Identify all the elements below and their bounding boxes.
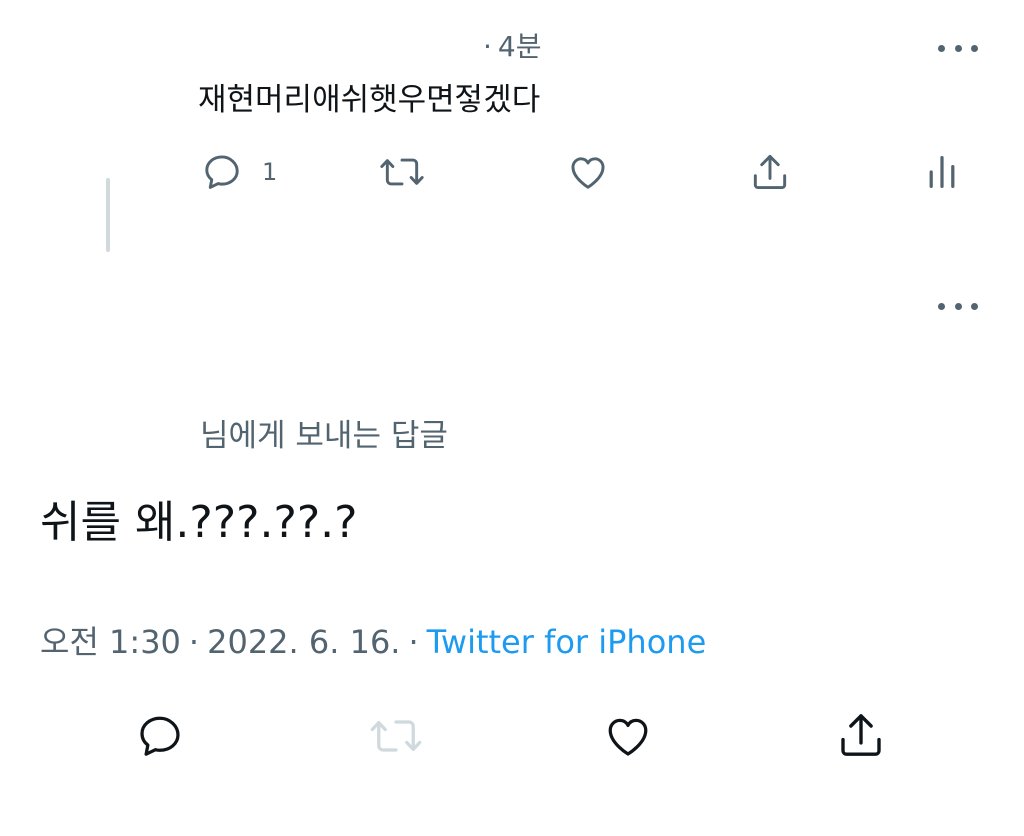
tweet-metadata: 오전 1:30 · 2022. 6. 16. · Twitter for iPhone xyxy=(40,622,706,662)
parent-retweet-button[interactable] xyxy=(378,150,426,194)
parent-analytics-button[interactable] xyxy=(924,150,960,194)
reply-icon xyxy=(140,716,180,756)
main-retweet-button-disabled[interactable] xyxy=(368,710,424,762)
tweet-time[interactable]: 오전 1:30 xyxy=(40,623,181,661)
tweet-date[interactable]: 2022. 6. 16. xyxy=(207,623,400,661)
more-icon-dot xyxy=(938,302,945,310)
parent-tweet-time-label: 4분 xyxy=(497,30,542,63)
parent-tweet-text: 재현머리애쉬햇우면젛겠다 xyxy=(198,82,541,118)
share-icon xyxy=(841,714,881,756)
meta-separator: · xyxy=(408,623,419,661)
main-tweet-more-button[interactable] xyxy=(938,298,978,314)
more-icon-dot xyxy=(971,44,978,52)
parent-tweet-more-button[interactable] xyxy=(938,40,978,56)
more-icon-dot xyxy=(954,302,962,310)
share-icon xyxy=(753,154,787,190)
parent-like-button[interactable] xyxy=(566,150,610,194)
replying-to-label: 님에게 보내는 답글 xyxy=(200,418,448,454)
tweet-source-link[interactable]: Twitter for iPhone xyxy=(427,623,707,661)
main-share-button[interactable] xyxy=(834,708,888,762)
main-tweet-text: 쉬를 왜.???.??.? xyxy=(40,497,358,548)
parent-reply-count: 1 xyxy=(262,158,278,186)
main-like-button[interactable] xyxy=(602,710,654,762)
heart-icon xyxy=(608,718,648,756)
more-icon-dot xyxy=(971,302,978,310)
main-reply-button[interactable] xyxy=(134,710,186,762)
time-separator-dot: · xyxy=(483,30,492,63)
more-icon-dot xyxy=(954,44,962,52)
reply-icon xyxy=(205,155,239,189)
parent-reply-button[interactable]: 1 xyxy=(200,150,277,194)
parent-tweet-time[interactable]: · 4분 xyxy=(483,30,541,64)
retweet-icon xyxy=(380,158,424,186)
meta-separator: · xyxy=(188,623,200,661)
more-icon-dot xyxy=(938,44,945,52)
retweet-icon xyxy=(370,720,422,752)
analytics-icon xyxy=(929,155,955,189)
thread-connector-line xyxy=(106,178,110,252)
parent-share-button[interactable] xyxy=(748,150,792,194)
heart-icon xyxy=(571,157,605,189)
